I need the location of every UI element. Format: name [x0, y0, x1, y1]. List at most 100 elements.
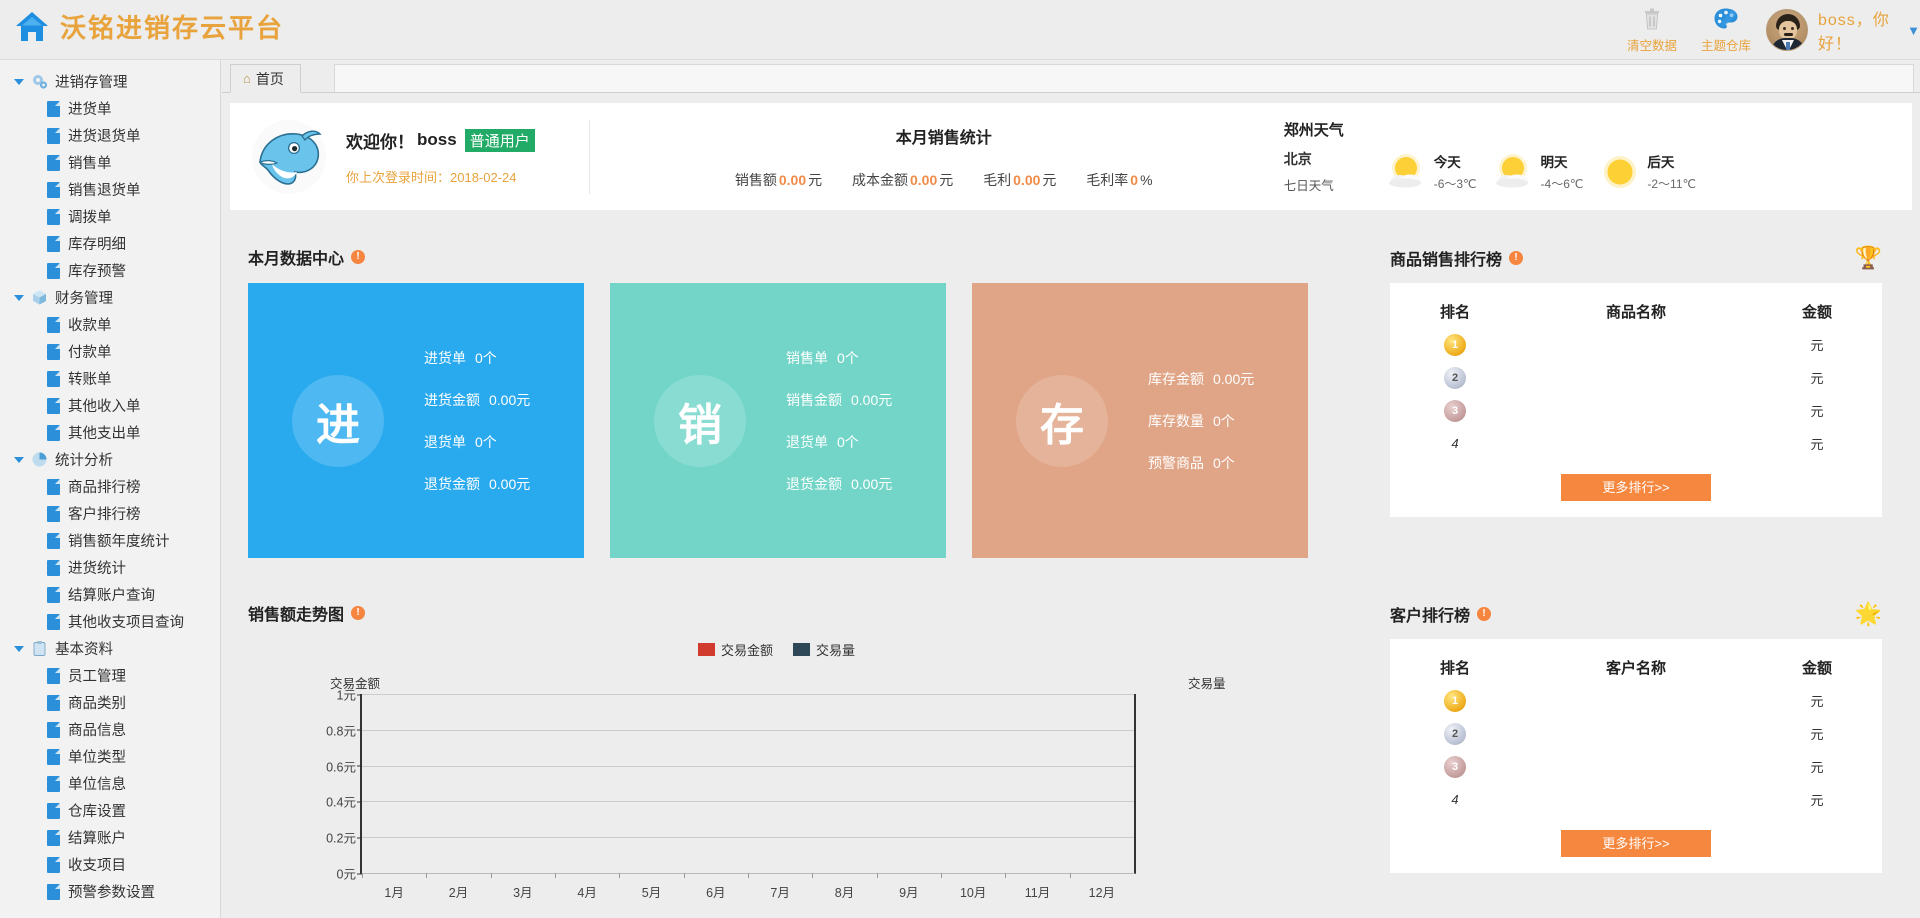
info-icon[interactable]: ! [351, 250, 366, 264]
y-axis-tick: 0.2元 [326, 828, 362, 847]
sidebar-group-header-4[interactable]: 基本资料 [0, 635, 220, 662]
customer-rank-panel: 客户排行榜 ! 🌟 排名 客户名称 金额 1 元 2 元 3 元 4 元 更多排… [1390, 601, 1882, 873]
sidebar-item-0-2[interactable]: 销售单 [0, 149, 220, 176]
sidebar-item-3-6[interactable]: 结算账户 [0, 824, 220, 851]
weather-seven-day-link[interactable]: 七日天气 [1284, 175, 1370, 194]
x-axis-tick: 3月 [513, 886, 533, 900]
customer-more-rank-button[interactable]: 更多排行>> [1561, 830, 1711, 857]
column-name: 客户名称 [1605, 660, 1666, 677]
table-row[interactable]: 2 元 [1390, 361, 1882, 394]
weather-day-name: 后天 [1647, 155, 1675, 170]
sidebar-item-0-5[interactable]: 库存明细 [0, 230, 220, 257]
table-row[interactable]: 3 元 [1390, 750, 1882, 783]
sidebar-item-0-0[interactable]: 进货单 [0, 95, 220, 122]
customer-rank-table: 排名 客户名称 金额 1 元 2 元 3 元 4 元 更多排行>> [1390, 639, 1882, 873]
x-axis-tick: 5月 [641, 886, 662, 900]
row-amount: 元 [1810, 694, 1824, 709]
document-icon [47, 370, 60, 387]
sidebar-item-0-6[interactable]: 库存预警 [0, 257, 220, 284]
weather-day-temp: -4～6℃ [1540, 177, 1584, 191]
legend-item-volume[interactable]: 交易量 [793, 640, 855, 659]
tab-home[interactable]: ⌂ 首页 [230, 64, 301, 93]
sidebar-item-3-2[interactable]: 商品信息 [0, 716, 220, 743]
table-row[interactable]: 1 元 [1390, 684, 1882, 717]
sun-cloud-icon [1384, 152, 1430, 192]
sidebar-item-2-2[interactable]: 销售额年度统计 [0, 527, 220, 554]
x-axis-tick: 1月 [384, 886, 404, 900]
x-axis-mark [748, 873, 749, 878]
table-row[interactable]: 2 元 [1390, 717, 1882, 750]
caret-down-icon[interactable] [14, 78, 24, 85]
sidebar-item-2-5[interactable]: 其他收支项目查询 [0, 608, 220, 635]
weather-city[interactable]: 北京 七日天气 [1284, 149, 1370, 194]
product-more-rank-button[interactable]: 更多排行>> [1561, 474, 1711, 501]
sun-cloud-icon [1491, 152, 1537, 192]
sidebar-item-1-1[interactable]: 付款单 [0, 338, 220, 365]
sidebar-item-3-5[interactable]: 仓库设置 [0, 797, 220, 824]
theme-store-button[interactable]: 主题仓库 [1694, 5, 1758, 54]
info-icon[interactable]: ! [1477, 607, 1492, 621]
sidebar-item-2-3[interactable]: 进货统计 [0, 554, 220, 581]
sidebar-item-3-7[interactable]: 收支项目 [0, 851, 220, 878]
document-icon [47, 343, 60, 360]
stat-label: 毛利率 [1086, 171, 1129, 188]
sales-stat-values: 销售额 0.00 元 成本金额 0.00 元 毛利 0.00 元 毛利率 0% [644, 170, 1244, 190]
sidebar-item-3-3[interactable]: 单位类型 [0, 743, 220, 770]
sidebar-item-1-0[interactable]: 收款单 [0, 311, 220, 338]
dolphin-icon [250, 118, 328, 196]
table-row[interactable]: 3 元 [1390, 394, 1882, 427]
legend-label: 交易量 [816, 643, 856, 658]
legend-item-amount[interactable]: 交易金额 [698, 640, 773, 659]
sidebar[interactable]: 进销存管理 进货单 进货退货单 销售单 销售退货单 调拨单 库存明细 库存预警 财务管理 收款单付… [0, 60, 221, 918]
table-row[interactable]: 4 元 [1390, 427, 1882, 460]
home-icon [14, 10, 50, 44]
piechart-icon [31, 451, 48, 468]
document-icon [47, 478, 60, 495]
last-login-label: 你上次登录时间： [346, 169, 451, 185]
chevron-down-icon[interactable]: ▼ [1907, 23, 1920, 38]
caret-down-icon[interactable] [14, 645, 24, 652]
info-icon[interactable]: ! [351, 606, 366, 620]
data-card-sales[interactable]: 销 销售单 0个 销售金额 0.00元 退货单 0个 退货金额 0.00元 [610, 283, 946, 558]
caret-down-icon[interactable] [14, 456, 24, 463]
document-icon [47, 802, 60, 819]
row-rank: 4 [1451, 436, 1459, 451]
sidebar-item-2-4[interactable]: 结算账户查询 [0, 581, 220, 608]
sales-stat-title: 本月销售统计 [895, 129, 992, 147]
sidebar-item-3-0[interactable]: 员工管理 [0, 662, 220, 689]
sidebar-group-header-3[interactable]: 统计分析 [0, 446, 220, 473]
table-header: 排名 客户名称 金额 [1390, 653, 1882, 684]
sidebar-item-1-3[interactable]: 其他收入单 [0, 392, 220, 419]
document-icon [47, 208, 60, 225]
sidebar-item-0-4[interactable]: 调拨单 [0, 203, 220, 230]
card-glyph: 存 [1016, 374, 1108, 467]
table-row[interactable]: 4 元 [1390, 783, 1882, 816]
sidebar-item-1-2[interactable]: 转账单 [0, 365, 220, 392]
sidebar-item-3-4[interactable]: 单位信息 [0, 770, 220, 797]
x-axis-mark [362, 873, 363, 878]
clear-data-button[interactable]: 清空数据 [1620, 5, 1684, 54]
caret-down-icon[interactable] [14, 294, 24, 301]
user-menu[interactable]: boss，你好！ ▼ [1766, 6, 1920, 54]
document-icon [47, 262, 60, 279]
data-card-purchase[interactable]: 进 进货单 0个 进货金额 0.00元 退货单 0个 退货金额 0.00元 [248, 283, 584, 558]
sidebar-item-0-3[interactable]: 销售退货单 [0, 176, 220, 203]
card-stat-value: 0.00元 [851, 391, 893, 408]
x-axis-mark [426, 873, 428, 878]
sidebar-item-label: 其他支出单 [68, 426, 141, 442]
sidebar-item-0-1[interactable]: 进货退货单 [0, 122, 220, 149]
table-row[interactable]: 1 元 [1390, 328, 1882, 361]
sidebar-group-header-2[interactable]: 财务管理 [0, 284, 220, 311]
info-icon[interactable]: ! [1509, 251, 1524, 265]
brand[interactable]: 沃铭进销存云平台 [14, 8, 284, 45]
sidebar-item-1-4[interactable]: 其他支出单 [0, 419, 220, 446]
sidebar-item-2-0[interactable]: 商品排行榜 [0, 473, 220, 500]
document-icon [47, 775, 60, 792]
sidebar-item-3-1[interactable]: 商品类别 [0, 689, 220, 716]
sidebar-item-3-8[interactable]: 预警参数设置 [0, 878, 220, 905]
tab-filler [334, 64, 1914, 92]
sidebar-group-header-1[interactable]: 进销存管理 [0, 68, 220, 95]
x-axis-mark [941, 873, 942, 878]
data-card-stock[interactable]: 存 库存金额 0.00元 库存数量 0个 预警商品 0个 [972, 283, 1308, 558]
sidebar-item-2-1[interactable]: 客户排行榜 [0, 500, 220, 527]
